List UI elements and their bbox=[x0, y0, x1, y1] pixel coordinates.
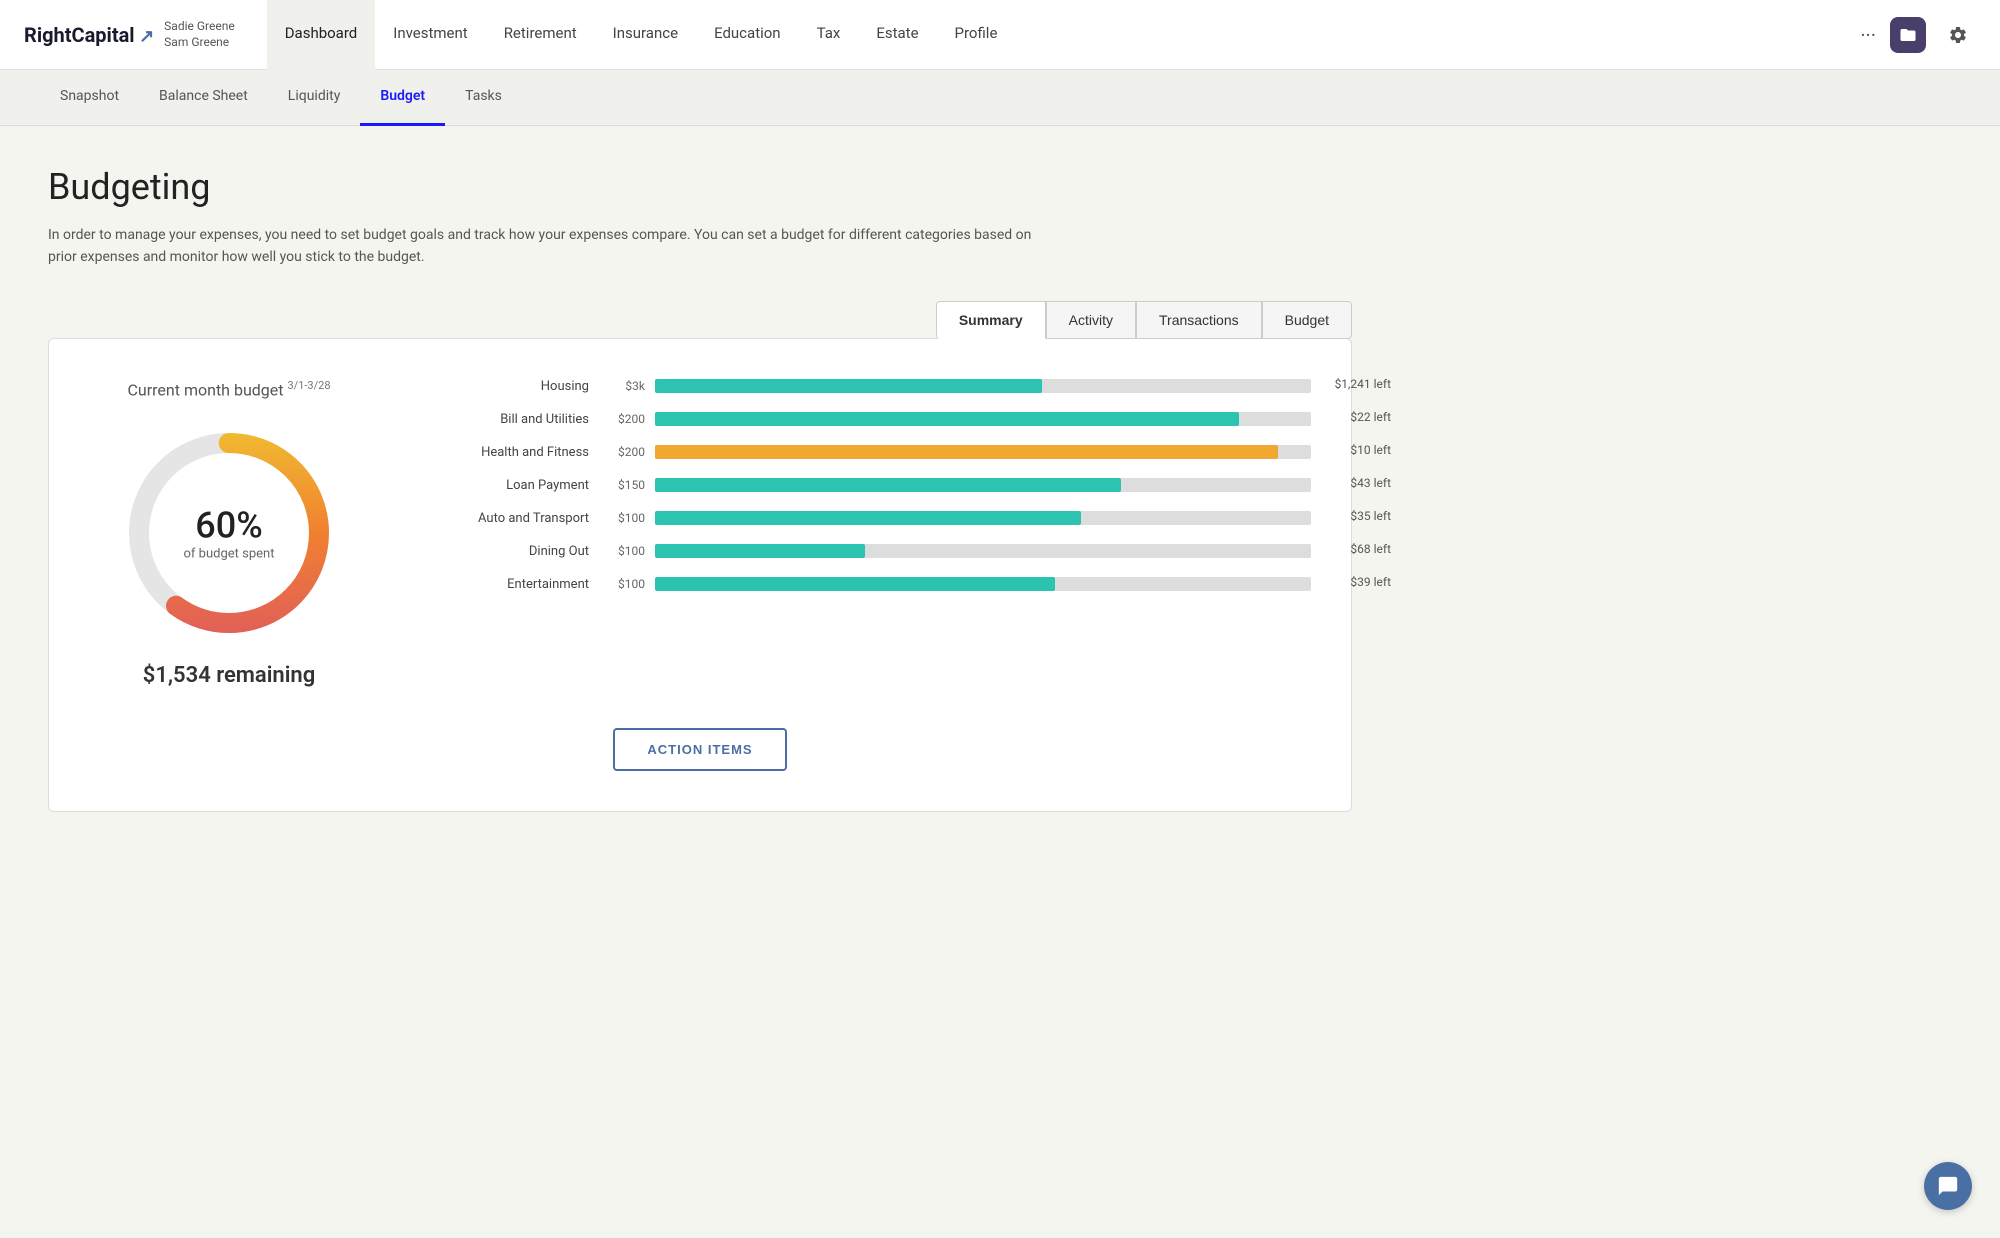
bar-track: $35 left bbox=[655, 511, 1311, 525]
nav-link-profile[interactable]: Profile bbox=[937, 0, 1016, 70]
bar-fill bbox=[655, 445, 1278, 459]
nav-link-dashboard[interactable]: Dashboard bbox=[267, 0, 376, 70]
bar-fill bbox=[655, 412, 1239, 426]
view-tabs-row: Summary Activity Transactions Budget bbox=[48, 301, 1352, 339]
tab-budget[interactable]: Budget bbox=[1262, 301, 1352, 339]
user-info: Sadie Greene Sam Greene bbox=[164, 19, 235, 50]
bar-category: Health and Fitness bbox=[429, 445, 589, 460]
bar-row: Bill and Utilities $200 $22 left bbox=[429, 412, 1311, 427]
subnav-liquidity[interactable]: Liquidity bbox=[268, 70, 361, 126]
subnav-snapshot[interactable]: Snapshot bbox=[40, 70, 139, 126]
bar-left-label: $43 left bbox=[1350, 476, 1391, 490]
bar-row: Health and Fitness $200 $10 left bbox=[429, 445, 1311, 460]
tab-activity[interactable]: Activity bbox=[1046, 301, 1136, 339]
tabs-and-card: Summary Activity Transactions Budget Cur… bbox=[48, 301, 1352, 812]
bar-category: Housing bbox=[429, 379, 589, 394]
bar-track: $68 left bbox=[655, 544, 1311, 558]
bar-amount: $100 bbox=[601, 511, 645, 525]
bar-fill bbox=[655, 511, 1081, 525]
top-nav: RightCapital ↗ Sadie Greene Sam Greene D… bbox=[0, 0, 2000, 70]
remaining-text: $1,534 remaining bbox=[143, 663, 315, 688]
bar-category: Bill and Utilities bbox=[429, 412, 589, 427]
donut-percent: 60% bbox=[184, 505, 275, 547]
nav-link-tax[interactable]: Tax bbox=[799, 0, 859, 70]
sub-nav: Snapshot Balance Sheet Liquidity Budget … bbox=[0, 70, 2000, 126]
bar-left-label: $39 left bbox=[1350, 575, 1391, 589]
action-items-button[interactable]: ACTION ITEMS bbox=[613, 728, 786, 771]
tab-transactions[interactable]: Transactions bbox=[1136, 301, 1262, 339]
more-icon[interactable]: ··· bbox=[1860, 23, 1876, 47]
page-description: In order to manage your expenses, you ne… bbox=[48, 224, 1048, 269]
bar-amount: $100 bbox=[601, 544, 645, 558]
user-name1: Sadie Greene bbox=[164, 19, 235, 35]
action-area: ACTION ITEMS bbox=[89, 728, 1311, 771]
bar-row: Housing $3k $1,241 left bbox=[429, 379, 1311, 394]
bar-fill bbox=[655, 379, 1042, 393]
page-title: Budgeting bbox=[48, 166, 1352, 208]
bar-fill bbox=[655, 577, 1055, 591]
folder-icon[interactable] bbox=[1890, 17, 1926, 53]
tab-summary[interactable]: Summary bbox=[936, 301, 1046, 339]
bars-section: Housing $3k $1,241 left Bill and Utiliti… bbox=[429, 379, 1311, 610]
bar-amount: $200 bbox=[601, 445, 645, 459]
current-month-label: Current month budget 3/1-3/28 bbox=[128, 379, 331, 399]
bar-fill bbox=[655, 544, 865, 558]
bar-amount: $150 bbox=[601, 478, 645, 492]
bar-left-label: $35 left bbox=[1350, 509, 1391, 523]
bar-track: $22 left bbox=[655, 412, 1311, 426]
nav-link-investment[interactable]: Investment bbox=[375, 0, 485, 70]
nav-link-retirement[interactable]: Retirement bbox=[486, 0, 595, 70]
bar-fill bbox=[655, 478, 1121, 492]
donut-center: 60% of budget spent bbox=[184, 505, 275, 562]
bar-amount: $3k bbox=[601, 379, 645, 393]
main-content: Budgeting In order to manage your expens… bbox=[0, 126, 1400, 872]
logo-area: RightCapital ↗ Sadie Greene Sam Greene bbox=[24, 19, 235, 50]
bar-track: $1,241 left bbox=[655, 379, 1311, 393]
bar-row: Loan Payment $150 $43 left bbox=[429, 478, 1311, 493]
logo-icon: ↗ bbox=[135, 26, 155, 47]
chat-bubble[interactable] bbox=[1924, 1162, 1972, 1210]
date-range: 3/1-3/28 bbox=[287, 379, 330, 392]
donut-wrapper: 60% of budget spent bbox=[119, 423, 339, 643]
nav-right: ··· bbox=[1860, 17, 1976, 53]
bar-row: Dining Out $100 $68 left bbox=[429, 544, 1311, 559]
bar-amount: $200 bbox=[601, 412, 645, 426]
user-name2: Sam Greene bbox=[164, 35, 235, 51]
bar-row: Auto and Transport $100 $35 left bbox=[429, 511, 1311, 526]
settings-icon[interactable] bbox=[1940, 17, 1976, 53]
bar-amount: $100 bbox=[601, 577, 645, 591]
subnav-balance-sheet[interactable]: Balance Sheet bbox=[139, 70, 268, 126]
bar-left-label: $10 left bbox=[1350, 443, 1391, 457]
nav-link-estate[interactable]: Estate bbox=[858, 0, 936, 70]
nav-link-insurance[interactable]: Insurance bbox=[595, 0, 696, 70]
nav-link-education[interactable]: Education bbox=[696, 0, 799, 70]
remaining-label: remaining bbox=[216, 663, 315, 688]
donut-section: Current month budget 3/1-3/28 bbox=[89, 379, 369, 688]
remaining-amount: $1,534 bbox=[143, 663, 211, 688]
bar-category: Auto and Transport bbox=[429, 511, 589, 526]
donut-label: of budget spent bbox=[184, 547, 275, 562]
bar-track: $10 left bbox=[655, 445, 1311, 459]
bar-category: Dining Out bbox=[429, 544, 589, 559]
bar-left-label: $1,241 left bbox=[1335, 377, 1391, 391]
subnav-budget[interactable]: Budget bbox=[360, 70, 445, 126]
bar-row: Entertainment $100 $39 left bbox=[429, 577, 1311, 592]
budget-card-inner: Current month budget 3/1-3/28 bbox=[89, 379, 1311, 688]
bar-track: $43 left bbox=[655, 478, 1311, 492]
nav-links: Dashboard Investment Retirement Insuranc… bbox=[267, 0, 1861, 70]
bar-category: Loan Payment bbox=[429, 478, 589, 493]
budget-card: Current month budget 3/1-3/28 bbox=[48, 338, 1352, 812]
logo-text: RightCapital ↗ bbox=[24, 23, 154, 47]
bar-left-label: $22 left bbox=[1350, 410, 1391, 424]
bar-left-label: $68 left bbox=[1350, 542, 1391, 556]
bar-category: Entertainment bbox=[429, 577, 589, 592]
bar-track: $39 left bbox=[655, 577, 1311, 591]
subnav-tasks[interactable]: Tasks bbox=[445, 70, 522, 126]
